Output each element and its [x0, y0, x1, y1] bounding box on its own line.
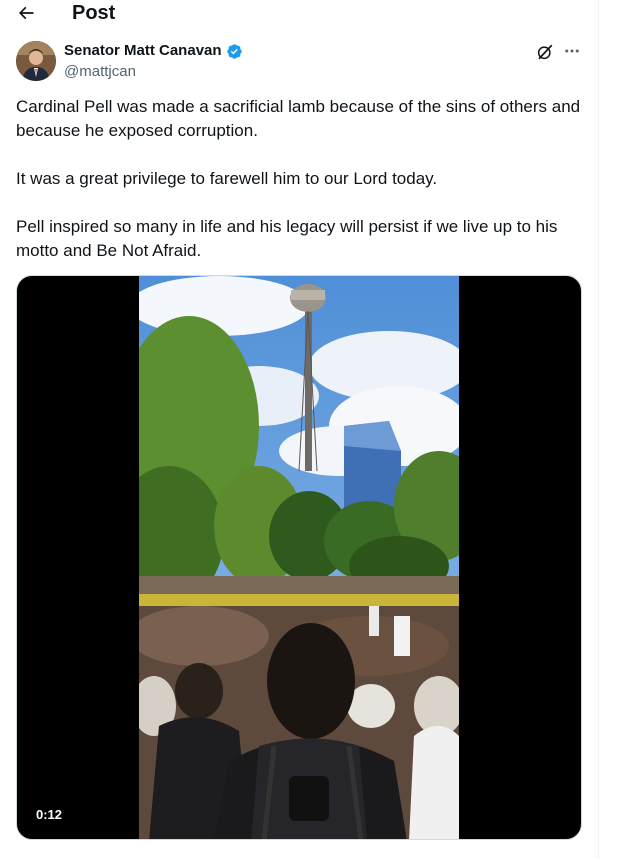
column-border — [598, 0, 599, 859]
post-header: Post — [0, 0, 598, 28]
grok-icon — [537, 44, 553, 60]
avatar[interactable] — [16, 41, 56, 81]
post-text: Cardinal Pell was made a sacrificial lam… — [16, 95, 584, 263]
author-name[interactable]: Senator Matt Canavan — [64, 42, 222, 60]
post-paragraph: It was a great privilege to farewell him… — [16, 169, 438, 188]
more-horizontal-icon — [565, 49, 579, 53]
author-handle[interactable]: @mattjcan — [64, 63, 136, 81]
more-button[interactable] — [562, 42, 582, 60]
video-thumbnail — [139, 276, 459, 839]
page-title: Post — [72, 2, 116, 24]
video-frame — [139, 276, 459, 839]
back-button[interactable] — [14, 2, 38, 24]
grok-button[interactable] — [536, 43, 554, 61]
video-duration: 0:12 — [36, 807, 63, 822]
arrow-left-icon — [18, 6, 34, 20]
video-player[interactable]: 0:12 — [16, 275, 582, 840]
verified-badge-icon — [226, 43, 242, 59]
post-paragraph: Cardinal Pell was made a sacrificial lam… — [16, 97, 581, 140]
author-name-row: Senator Matt Canavan — [64, 42, 243, 60]
avatar-image — [16, 41, 56, 81]
post-paragraph: Pell inspired so many in life and his le… — [16, 217, 558, 260]
